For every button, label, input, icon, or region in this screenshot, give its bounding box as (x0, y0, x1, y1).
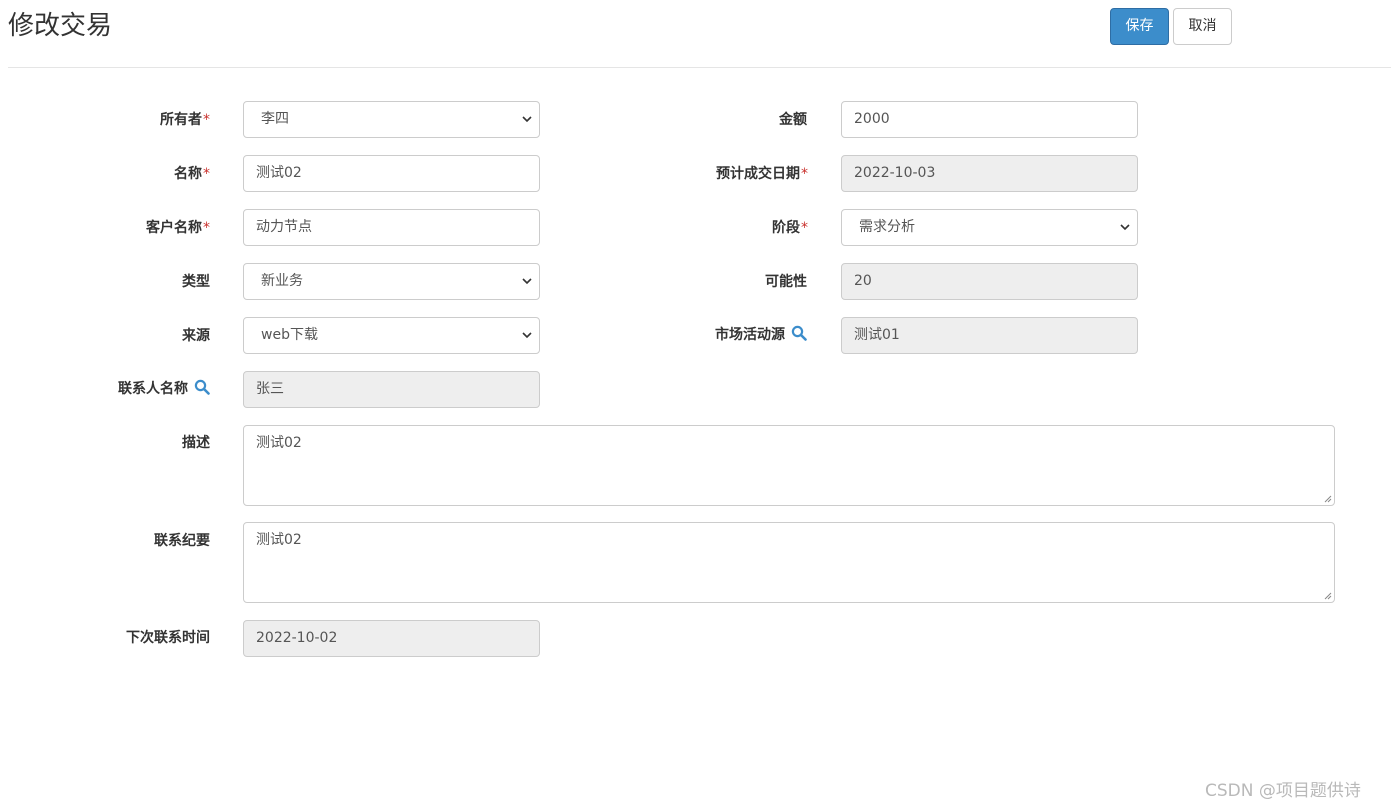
activity-source-input[interactable]: 测试01 (841, 317, 1138, 354)
contact-input[interactable]: 张三 (243, 371, 540, 408)
possibility-label: 可能性 (765, 274, 807, 290)
amount-label: 金额 (779, 112, 807, 128)
contact-summary-textarea[interactable]: 测试02 (243, 522, 1335, 603)
chevron-down-icon (522, 278, 532, 285)
source-select[interactable]: web下载 (243, 317, 540, 354)
source-label: 来源 (182, 328, 210, 344)
chevron-down-icon (522, 116, 532, 123)
chevron-down-icon (522, 332, 532, 339)
search-icon[interactable] (791, 325, 807, 341)
type-label: 类型 (182, 274, 210, 290)
owner-label: 所有者* (160, 112, 210, 128)
page-title: 修改交易 (8, 11, 113, 41)
expected-date-label: 预计成交日期* (716, 166, 808, 182)
description-textarea[interactable]: 测试02 (243, 425, 1335, 506)
name-label: 名称* (174, 166, 210, 182)
header-divider (8, 67, 1391, 68)
next-contact-time-input[interactable]: 2022-10-02 (243, 620, 540, 657)
customer-label: 客户名称* (146, 220, 210, 236)
contact-summary-label: 联系纪要 (154, 533, 210, 549)
watermark: CSDN @项目题供诗 (1205, 781, 1361, 801)
customer-input[interactable]: 动力节点 (243, 209, 540, 246)
possibility-input[interactable]: 20 (841, 263, 1138, 300)
next-contact-time-label: 下次联系时间 (126, 630, 210, 646)
description-label: 描述 (182, 435, 210, 451)
activity-source-label: 市场活动源 (715, 325, 807, 345)
expected-date-input[interactable]: 2022-10-03 (841, 155, 1138, 192)
amount-input[interactable]: 2000 (841, 101, 1138, 138)
name-input[interactable]: 测试02 (243, 155, 540, 192)
search-icon[interactable] (194, 379, 210, 395)
owner-select[interactable]: 李四 (243, 101, 540, 138)
chevron-down-icon (1120, 224, 1130, 231)
resize-grip-icon[interactable] (1324, 495, 1332, 503)
type-select[interactable]: 新业务 (243, 263, 540, 300)
contact-label: 联系人名称 (118, 379, 210, 399)
stage-label: 阶段* (772, 220, 808, 236)
cancel-button[interactable]: 取消 (1173, 8, 1232, 45)
resize-grip-icon[interactable] (1324, 592, 1332, 600)
stage-select[interactable]: 需求分析 (841, 209, 1138, 246)
save-button[interactable]: 保存 (1110, 8, 1169, 45)
